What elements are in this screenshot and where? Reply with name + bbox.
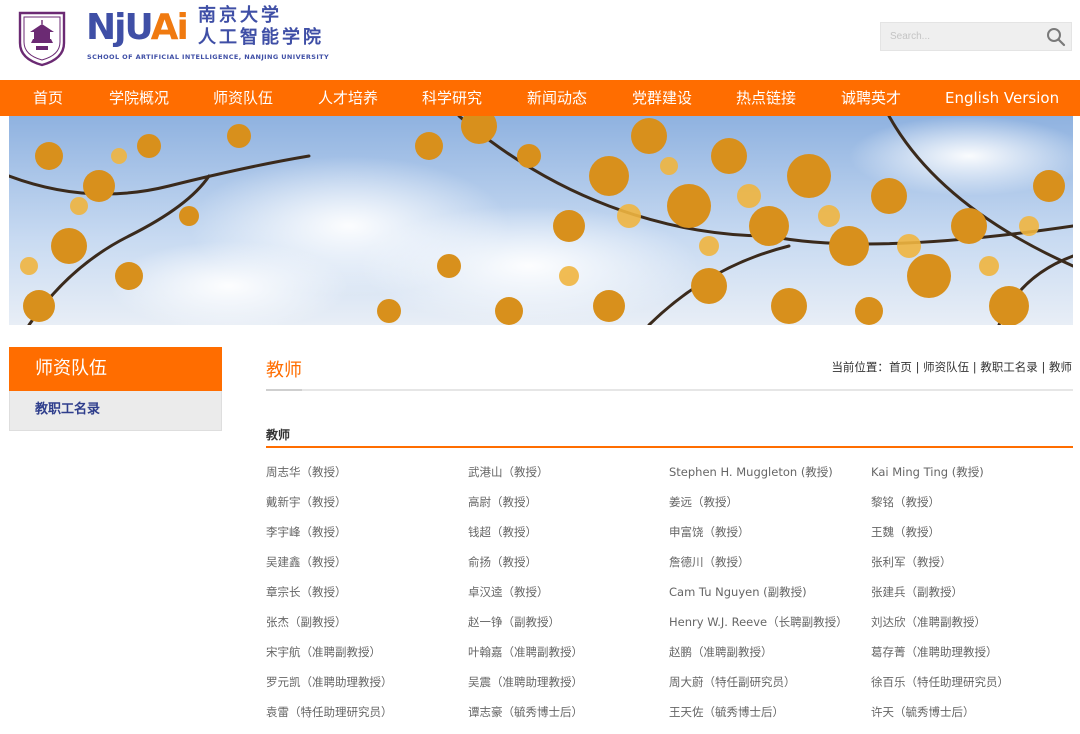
faculty-row: 宋宇航（准聘副教授） 叶翰嘉（准聘副教授） 赵鹏（准聘副教授） 葛存菁（准聘助理… <box>266 637 1073 667</box>
sidebar-item-staff-directory[interactable]: 教职工名录 <box>9 391 222 431</box>
nju-ai-logo[interactable]: NjUAi <box>86 6 189 50</box>
faculty-link[interactable]: 赵一铮（副教授） <box>468 607 560 637</box>
faculty-link[interactable]: 赵鹏（准聘副教授） <box>669 637 773 667</box>
breadcrumb-separator: | <box>1037 360 1049 374</box>
faculty-link[interactable]: 吴建鑫（教授） <box>266 547 347 577</box>
faculty-link[interactable]: 高尉（教授） <box>468 487 537 517</box>
faculty-row: 吴建鑫（教授） 俞扬（教授） 詹德川（教授） 张利军（教授） <box>266 547 1073 577</box>
main-nav: 首页 学院概况 师资队伍 人才培养 科学研究 新闻动态 党群建设 热点链接 诚聘… <box>0 80 1080 116</box>
faculty-link[interactable]: Kai Ming Ting (教授) <box>871 457 984 487</box>
faculty-link[interactable]: 王魏（教授） <box>871 517 940 547</box>
faculty-link[interactable]: 徐百乐（特任助理研究员） <box>871 667 1009 697</box>
faculty-link[interactable]: 詹德川（教授） <box>669 547 750 577</box>
hero-banner <box>9 116 1073 325</box>
faculty-link[interactable]: 卓汉逵（教授） <box>468 577 549 607</box>
breadcrumb-prefix: 当前位置： <box>831 360 889 374</box>
school-name-line1: 南京大学 <box>198 5 282 26</box>
faculty-row: 戴新宇（教授） 高尉（教授） 姜远（教授） 黎铭（教授） <box>266 487 1073 517</box>
faculty-link[interactable]: 李宇峰（教授） <box>266 517 347 547</box>
faculty-link[interactable]: 宋宇航（准聘副教授） <box>266 637 381 667</box>
faculty-link[interactable]: 黎铭（教授） <box>871 487 940 517</box>
school-name-line2: 人工智能学院 <box>198 27 324 48</box>
breadcrumb-faculty[interactable]: 师资队伍 <box>923 360 969 374</box>
title-divider <box>266 389 1073 391</box>
page-title: 教师 <box>266 360 302 381</box>
faculty-link[interactable]: 谭志豪（毓秀博士后） <box>468 697 583 727</box>
search-box <box>880 22 1072 51</box>
title-divider-accent <box>266 389 302 391</box>
nav-item-about[interactable]: 学院概况 <box>109 80 169 116</box>
faculty-link[interactable]: 叶翰嘉（准聘副教授） <box>468 637 583 667</box>
faculty-link[interactable]: Henry W.J. Reeve（长聘副教授） <box>669 607 848 637</box>
faculty-link[interactable]: 钱超（教授） <box>468 517 537 547</box>
sidebar-title: 师资队伍 <box>9 347 222 391</box>
faculty-link[interactable]: 武港山（教授） <box>468 457 549 487</box>
nav-item-party[interactable]: 党群建设 <box>632 80 692 116</box>
logo-nju: NjU <box>86 7 153 48</box>
search-input[interactable] <box>881 23 1041 50</box>
nav-item-jobs[interactable]: 诚聘英才 <box>841 80 901 116</box>
faculty-link[interactable]: 俞扬（教授） <box>468 547 537 577</box>
faculty-link[interactable]: 吴震（准聘助理教授） <box>468 667 583 697</box>
faculty-link[interactable]: 葛存菁（准聘助理教授） <box>871 637 998 667</box>
faculty-link[interactable]: 王天佐（毓秀博士后） <box>669 697 784 727</box>
faculty-link[interactable]: 张利军（教授） <box>871 547 952 577</box>
section-title: 教师 <box>266 428 291 442</box>
breadcrumb-separator: | <box>969 360 981 374</box>
faculty-link[interactable]: 申富饶（教授） <box>669 517 750 547</box>
faculty-link[interactable]: 张建兵（副教授） <box>871 577 963 607</box>
school-name-cn: 南京大学 人工智能学院 <box>198 5 324 49</box>
search-icon[interactable] <box>1045 26 1067 48</box>
faculty-link[interactable]: 许天（毓秀博士后） <box>871 697 975 727</box>
faculty-row: 章宗长（教授） 卓汉逵（教授） Cam Tu Nguyen (副教授) 张建兵（… <box>266 577 1073 607</box>
faculty-link[interactable]: Stephen H. Muggleton (教授) <box>669 457 833 487</box>
faculty-row: 袁雷（特任助理研究员） 谭志豪（毓秀博士后） 王天佐（毓秀博士后） 许天（毓秀博… <box>266 697 1073 727</box>
breadcrumb-teachers[interactable]: 教师 <box>1049 360 1072 374</box>
breadcrumb-staff-directory[interactable]: 教职工名录 <box>980 360 1038 374</box>
nav-item-links[interactable]: 热点链接 <box>736 80 796 116</box>
faculty-link[interactable]: 章宗长（教授） <box>266 577 347 607</box>
faculty-link[interactable]: Cam Tu Nguyen (副教授) <box>669 577 807 607</box>
nav-item-education[interactable]: 人才培养 <box>318 80 378 116</box>
nav-item-news[interactable]: 新闻动态 <box>527 80 587 116</box>
nav-item-home[interactable]: 首页 <box>33 80 63 116</box>
nav-item-research[interactable]: 科学研究 <box>422 80 482 116</box>
nav-item-faculty[interactable]: 师资队伍 <box>213 80 273 116</box>
section-divider <box>266 446 1073 448</box>
faculty-link[interactable]: 周大蔚（特任副研究员） <box>669 667 796 697</box>
breadcrumb: 当前位置：首页 | 师资队伍 | 教职工名录 | 教师 <box>831 359 1072 375</box>
breadcrumb-separator: | <box>911 360 924 374</box>
school-name-en: School of Artificial Intelligence, Nanji… <box>87 53 330 61</box>
faculty-link[interactable]: 张杰（副教授） <box>266 607 347 637</box>
faculty-link[interactable]: 戴新宇（教授） <box>266 487 347 517</box>
faculty-link[interactable]: 刘达欣（准聘副教授） <box>871 607 986 637</box>
site-header: NjUAi 南京大学 人工智能学院 School of Artificial I… <box>0 0 1080 80</box>
faculty-row: 周志华（教授） 武港山（教授） Stephen H. Muggleton (教授… <box>266 457 1073 487</box>
faculty-row: 罗元凯（准聘助理教授） 吴震（准聘助理教授） 周大蔚（特任副研究员） 徐百乐（特… <box>266 667 1073 697</box>
faculty-link[interactable]: 袁雷（特任助理研究员） <box>266 697 393 727</box>
nju-seal-icon[interactable] <box>17 9 67 67</box>
logo-ai: Ai <box>150 7 189 48</box>
faculty-row: 李宇峰（教授） 钱超（教授） 申富饶（教授） 王魏（教授） <box>266 517 1073 547</box>
faculty-link[interactable]: 罗元凯（准聘助理教授） <box>266 667 393 697</box>
breadcrumb-home[interactable]: 首页 <box>889 360 912 374</box>
nav-item-english[interactable]: English Version <box>945 80 1059 116</box>
ginkgo-banner-image <box>9 116 1073 325</box>
faculty-link[interactable]: 周志华（教授） <box>266 457 347 487</box>
faculty-row: 张杰（副教授） 赵一铮（副教授） Henry W.J. Reeve（长聘副教授）… <box>266 607 1073 637</box>
faculty-link[interactable]: 姜远（教授） <box>669 487 738 517</box>
